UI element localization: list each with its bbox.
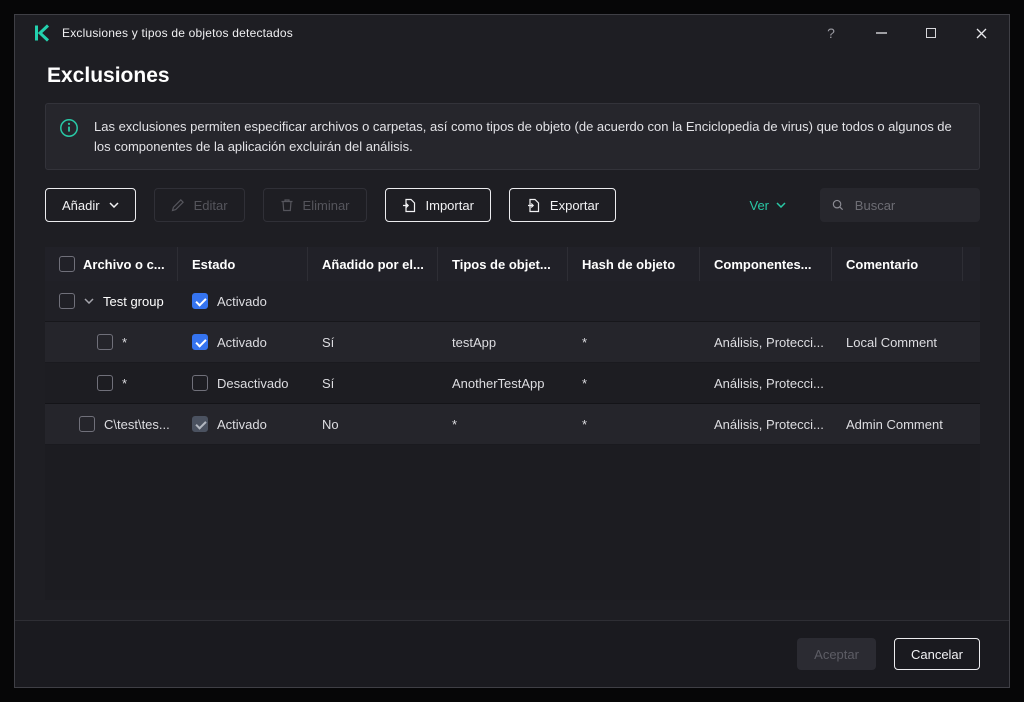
header-file-label: Archivo o c... [83,256,165,272]
cell-hash: * [582,416,588,432]
info-banner: Las exclusiones permiten especificar arc… [45,103,980,170]
group-cell: Test group [45,281,178,321]
table-row[interactable]: C\test\tes... Activado No * * Análisis, … [45,404,980,445]
help-button[interactable]: ? [821,23,841,43]
cell-object-types: testApp [452,334,497,350]
footer-bar: Aceptar Cancelar [15,620,1009,687]
export-icon [527,198,540,212]
info-icon [59,118,79,143]
content-area: Exclusiones Las exclusiones permiten esp… [15,51,1009,620]
import-button[interactable]: Importar [384,188,491,222]
table-row[interactable]: * Desactivado Sí AnotherTestApp * Anális… [45,363,980,404]
close-icon [976,28,986,38]
pencil-icon [171,199,184,212]
kaspersky-logo-icon [33,24,51,42]
group-status-cell: Activado [178,281,308,321]
chevron-down-icon [776,202,786,208]
titlebar: Exclusiones y tipos de objetos detectado… [15,15,1009,51]
cell-status: Activado [178,322,308,362]
chevron-down-icon [109,202,119,208]
cell-comment: Admin Comment [846,416,943,432]
header-added-by[interactable]: Añadido por el... [308,247,438,281]
table-row[interactable]: * Activado Sí testApp * Análisis, Protec… [45,322,980,363]
cell-added-by: Sí [322,334,335,350]
header-file[interactable]: Archivo o c... [45,247,178,281]
header-hash[interactable]: Hash de objeto [568,247,700,281]
cell-hash: * [582,375,588,391]
cell-file: * [45,363,178,403]
status-checkbox[interactable] [192,416,208,432]
cell-file: * [45,322,178,362]
minimize-button[interactable] [871,23,891,43]
header-comment[interactable]: Comentario [832,247,963,281]
group-checkbox[interactable] [59,293,75,309]
accept-button[interactable]: Aceptar [797,638,876,670]
add-button-label: Añadir [62,197,100,213]
maximize-icon [926,28,936,38]
edit-button-label: Editar [193,197,228,213]
edit-button[interactable]: Editar [153,188,245,222]
exclusions-table: Archivo o c... Estado Añadido por el... … [45,247,980,600]
export-button[interactable]: Exportar [508,188,617,222]
group-status-label: Activado [217,293,267,309]
table-group-row[interactable]: Test group Activado [45,281,980,322]
group-status-checkbox[interactable] [192,293,208,309]
cell-object-types: * [452,416,458,432]
row-checkbox[interactable] [97,375,113,391]
add-button[interactable]: Añadir [45,188,136,222]
close-button[interactable] [971,23,991,43]
view-dropdown-label: Ver [749,197,769,213]
cancel-button[interactable]: Cancelar [893,638,980,670]
cell-added-by: No [322,416,339,432]
import-icon [402,198,415,212]
view-dropdown[interactable]: Ver [749,198,786,213]
cell-comment: Local Comment [846,334,938,350]
search-icon [832,199,844,211]
header-object-types[interactable]: Tipos de objet... [438,247,568,281]
export-button-label: Exportar [549,197,600,213]
table-empty-area [45,445,980,600]
row-checkbox[interactable] [79,416,95,432]
page-title: Exclusiones [47,64,170,87]
row-checkbox[interactable] [97,334,113,350]
select-all-checkbox[interactable] [59,256,75,272]
chevron-down-icon[interactable] [84,298,94,304]
cell-status: Desactivado [178,363,308,403]
status-checkbox[interactable] [192,375,208,391]
search-box[interactable] [820,188,980,222]
app-window: Exclusiones y tipos de objetos detectado… [14,14,1010,688]
header-scroll-gutter [963,247,980,281]
cell-file: C\test\tes... [45,404,178,444]
status-checkbox[interactable] [192,334,208,350]
cell-object-types: AnotherTestApp [452,375,545,391]
delete-button-label: Eliminar [302,197,350,213]
window-title: Exclusiones y tipos de objetos detectado… [62,26,294,40]
group-name: Test group [103,293,164,309]
info-text: Las exclusiones permiten especificar arc… [94,119,952,154]
cell-components: Análisis, Protecci... [714,416,824,432]
maximize-button[interactable] [921,23,941,43]
window-controls: ? [821,23,991,43]
screen: Exclusiones y tipos de objetos detectado… [0,0,1024,702]
cell-components: Análisis, Protecci... [714,334,824,350]
cell-status: Activado [178,404,308,444]
delete-button[interactable]: Eliminar [262,188,367,222]
search-input[interactable] [852,196,968,214]
table-header: Archivo o c... Estado Añadido por el... … [45,247,980,281]
cell-added-by: Sí [322,375,335,391]
import-button-label: Importar [425,197,474,213]
header-components[interactable]: Componentes... [700,247,832,281]
toolbar: Añadir Editar Eliminar Importar Exportar… [45,188,980,222]
cell-comment [832,363,963,403]
trash-icon [281,199,293,212]
header-status[interactable]: Estado [178,247,308,281]
cell-hash: * [582,334,588,350]
cell-components: Análisis, Protecci... [714,375,824,391]
